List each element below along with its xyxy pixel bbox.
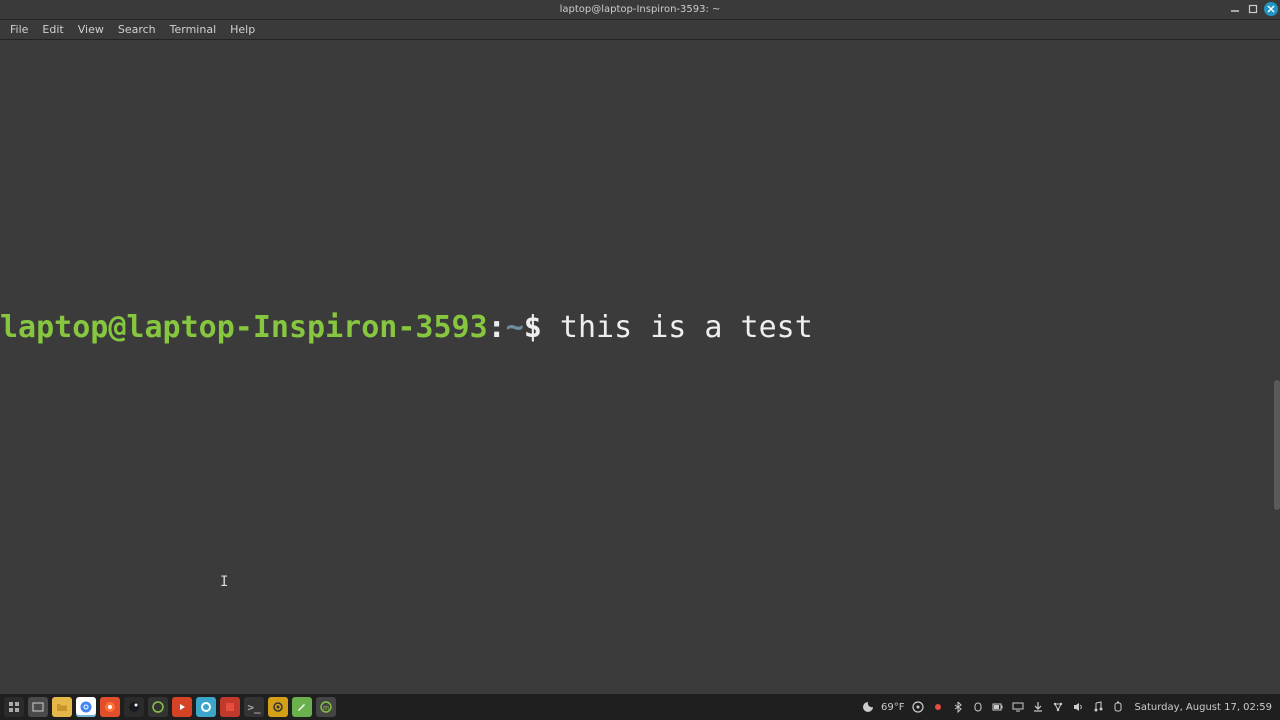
menu-help[interactable]: Help	[224, 21, 261, 38]
steam-icon[interactable]	[124, 697, 144, 717]
prompt-user-host: laptop@laptop-Inspiron-3593	[0, 310, 488, 345]
text-cursor-icon: I	[220, 574, 228, 590]
window-controls	[1228, 2, 1278, 16]
temperature-label[interactable]: 69°F	[881, 702, 904, 713]
steam-alt-icon[interactable]	[148, 697, 168, 717]
files-icon[interactable]	[52, 697, 72, 717]
battery-tray-icon[interactable]	[991, 700, 1005, 714]
settings-app-icon[interactable]	[268, 697, 288, 717]
menu-terminal[interactable]: Terminal	[164, 21, 223, 38]
chat-app-icon[interactable]	[196, 697, 216, 717]
mint-menu-icon[interactable]: m	[316, 697, 336, 717]
taskbar-right: 69°F Satu	[861, 700, 1276, 714]
chrome-icon[interactable]	[76, 697, 96, 717]
menu-file[interactable]: File	[4, 21, 34, 38]
taskbar: >_ m 69°F	[0, 694, 1280, 720]
weather-icon[interactable]	[861, 700, 875, 714]
power-tray-icon[interactable]	[1111, 700, 1125, 714]
editor-app-icon[interactable]	[292, 697, 312, 717]
menu-search[interactable]: Search	[112, 21, 162, 38]
menubar: File Edit View Search Terminal Help	[0, 20, 1280, 40]
prompt-command-input: this is a test	[542, 310, 813, 345]
mouse-tray-icon[interactable]	[971, 700, 985, 714]
datetime-label[interactable]: Saturday, August 17, 02:59	[1135, 702, 1273, 713]
volume-tray-icon[interactable]	[1071, 700, 1085, 714]
updates-tray-icon[interactable]	[1031, 700, 1045, 714]
terminal-prompt-line: laptop@laptop-Inspiron-3593:~$ this is a…	[0, 310, 813, 345]
close-button[interactable]	[1264, 2, 1278, 16]
show-desktop-icon[interactable]	[28, 697, 48, 717]
maximize-button[interactable]	[1246, 2, 1260, 16]
app-menu-icon[interactable]	[4, 697, 24, 717]
music-tray-icon[interactable]	[1091, 700, 1105, 714]
red-app-icon[interactable]	[220, 697, 240, 717]
terminal-viewport[interactable]: laptop@laptop-Inspiron-3593:~$ this is a…	[0, 40, 1280, 694]
window-titlebar: laptop@laptop-Inspiron-3593: ~	[0, 0, 1280, 20]
record-tray-icon[interactable]	[931, 700, 945, 714]
obs-tray-icon[interactable]	[911, 700, 925, 714]
network-tray-icon[interactable]	[1051, 700, 1065, 714]
prompt-colon: :	[488, 310, 506, 345]
window-title: laptop@laptop-Inspiron-3593: ~	[560, 4, 721, 15]
svg-text:m: m	[323, 705, 329, 712]
menu-edit[interactable]: Edit	[36, 21, 69, 38]
terminal-app-icon[interactable]: >_	[244, 697, 264, 717]
media-player-icon[interactable]	[172, 697, 192, 717]
prompt-symbol: $	[524, 310, 542, 345]
menu-view[interactable]: View	[72, 21, 110, 38]
bluetooth-icon[interactable]	[951, 700, 965, 714]
prompt-path: ~	[506, 310, 524, 345]
monitor-tray-icon[interactable]	[1011, 700, 1025, 714]
firefox-icon[interactable]	[100, 697, 120, 717]
terminal-scrollbar[interactable]	[1274, 380, 1280, 510]
minimize-button[interactable]	[1228, 2, 1242, 16]
taskbar-left: >_ m	[4, 697, 336, 717]
